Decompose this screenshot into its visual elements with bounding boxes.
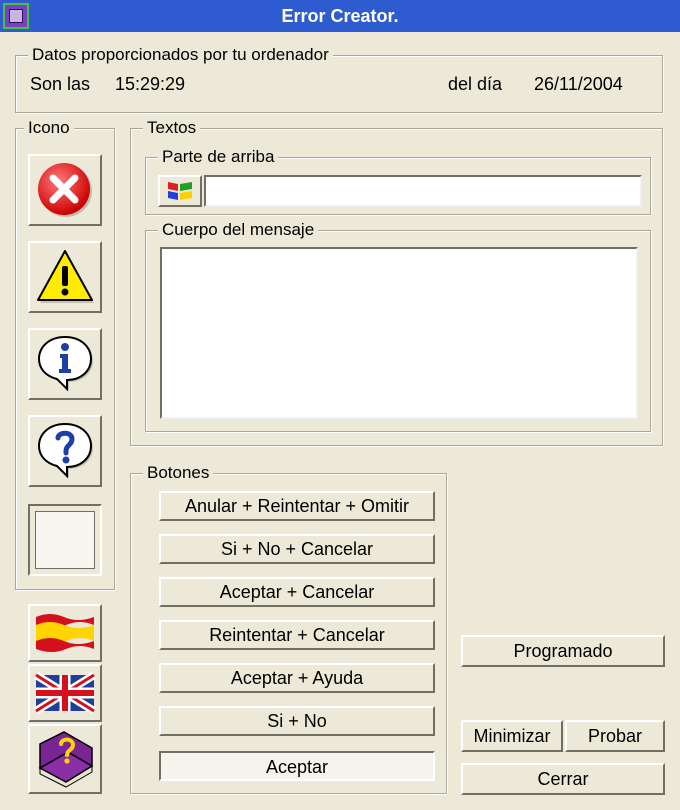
parte-arriba-legend: Parte de arriba	[158, 147, 279, 167]
icono-group: Icono	[15, 118, 115, 590]
cuerpo-mensaje-group: Cuerpo del mensaje	[145, 220, 651, 432]
info-icon	[37, 335, 93, 392]
blank-icon	[35, 511, 95, 569]
warning-icon	[37, 250, 94, 303]
cuerpo-mensaje-legend: Cuerpo del mensaje	[158, 220, 319, 240]
title-text-field[interactable]	[204, 175, 642, 207]
botones-group: Botones Anular + Reintentar + Omitir Si …	[130, 463, 447, 794]
aceptar-button[interactable]: Aceptar	[159, 751, 435, 781]
error-icon	[38, 163, 92, 217]
spanish-flag-button[interactable]	[28, 604, 102, 662]
datos-group: Datos proporcionados por tu ordenador So…	[15, 45, 663, 113]
icono-legend: Icono	[24, 118, 74, 138]
warning-icon-button[interactable]	[28, 241, 102, 313]
anular-reintentar-omitir-button[interactable]: Anular + Reintentar + Omitir	[159, 491, 435, 521]
textos-legend: Textos	[143, 118, 201, 138]
parte-arriba-group: Parte de arriba	[145, 147, 651, 215]
message-body-textarea[interactable]	[160, 247, 638, 419]
time-value: 15:29:29	[115, 74, 186, 94]
textos-group: Textos Parte de arriba Cuerpo del mensaj…	[130, 118, 663, 446]
botones-legend: Botones	[143, 463, 214, 483]
spanish-flag-icon	[36, 614, 94, 652]
date-value: 26/11/2004	[534, 74, 623, 94]
question-icon-button[interactable]	[28, 415, 102, 487]
si-no-button[interactable]: Si + No	[159, 706, 435, 736]
aceptar-ayuda-button[interactable]: Aceptar + Ayuda	[159, 663, 435, 693]
cerrar-button[interactable]: Cerrar	[461, 763, 665, 795]
window-title: Error Creator.	[281, 6, 399, 26]
time-label: Son las	[30, 74, 91, 94]
minimizar-button[interactable]: Minimizar	[461, 720, 563, 752]
date-label: del día	[448, 74, 503, 94]
programado-button[interactable]: Programado	[461, 635, 665, 667]
info-icon-button[interactable]	[28, 328, 102, 400]
title-bar: Error Creator.	[0, 0, 680, 32]
english-flag-button[interactable]	[28, 664, 102, 722]
error-icon-button[interactable]	[28, 154, 102, 226]
si-no-cancelar-button[interactable]: Si + No + Cancelar	[159, 534, 435, 564]
reintentar-cancelar-button[interactable]: Reintentar + Cancelar	[159, 620, 435, 650]
windows-logo-icon[interactable]	[158, 175, 202, 207]
english-flag-icon	[34, 671, 96, 715]
blank-icon-button[interactable]	[28, 504, 102, 576]
question-icon	[37, 422, 93, 479]
help-book-button[interactable]	[28, 724, 102, 794]
aceptar-cancelar-button[interactable]: Aceptar + Cancelar	[159, 577, 435, 607]
datos-legend: Datos proporcionados por tu ordenador	[28, 45, 333, 65]
probar-button[interactable]: Probar	[565, 720, 665, 752]
help-book-icon	[38, 731, 94, 788]
